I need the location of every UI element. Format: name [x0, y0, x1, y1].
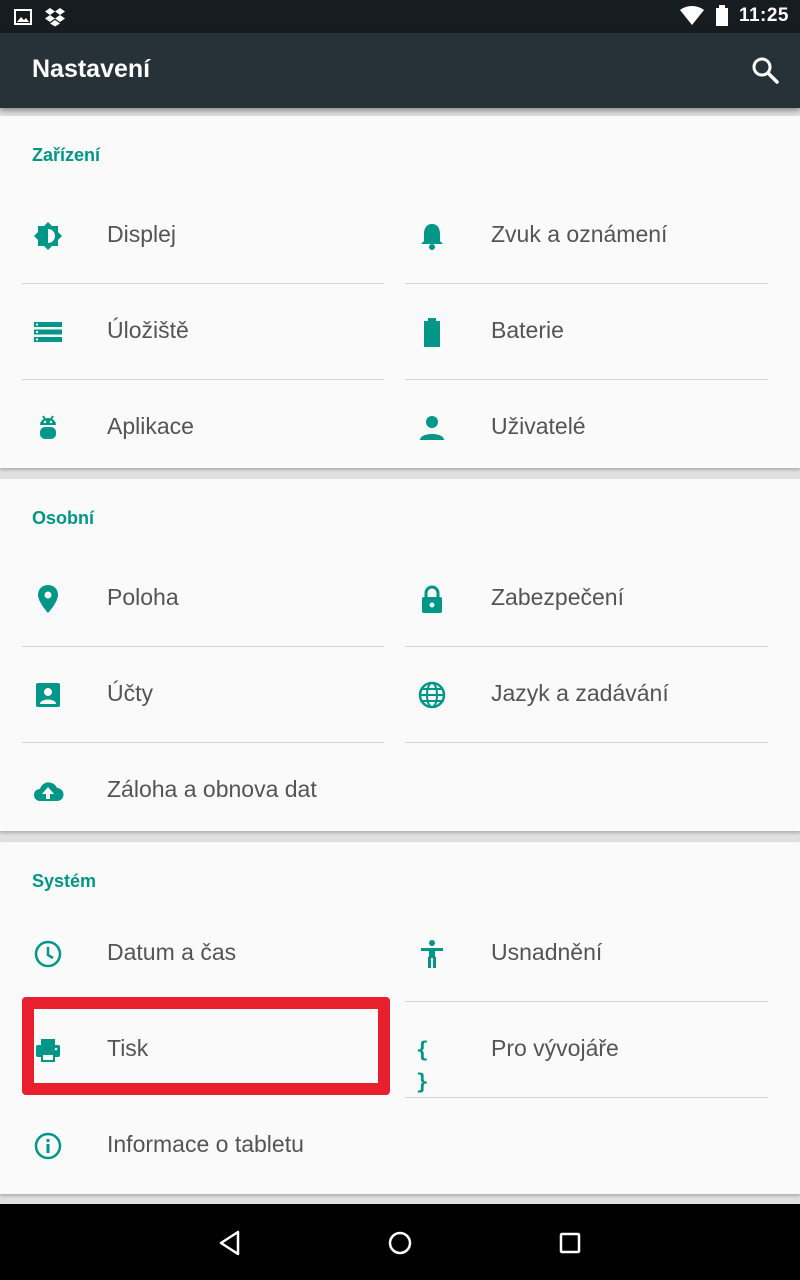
account-box-icon: [36, 683, 60, 707]
lock-icon: [422, 585, 442, 613]
storage-icon: [34, 322, 62, 342]
dropbox-icon: [45, 8, 65, 27]
person-icon: [420, 416, 444, 440]
item-label: Datum a čas: [107, 939, 237, 965]
recents-icon[interactable]: [555, 1228, 585, 1258]
item-label: Jazyk a zadávání: [491, 680, 669, 706]
settings-item-sound[interactable]: Zvuk a oznámení: [400, 188, 784, 284]
item-label: Zabezpečení: [491, 584, 624, 610]
item-label: Usnadnění: [491, 939, 603, 965]
battery-icon: [715, 5, 728, 26]
settings-item-accessibility[interactable]: Usnadnění: [400, 906, 784, 1002]
bell-icon: [421, 224, 443, 250]
back-icon[interactable]: [216, 1228, 246, 1258]
wifi-icon: [679, 6, 704, 25]
settings-item-apps[interactable]: Aplikace: [0, 380, 384, 476]
item-label: Poloha: [107, 584, 179, 610]
item-label: Pro vývojáře: [491, 1035, 619, 1061]
settings-item-location[interactable]: Poloha: [0, 551, 384, 647]
divider: [405, 742, 768, 743]
section-personal: Osobní Poloha Zabezpečení Účty Jazyk a z…: [0, 479, 800, 831]
page-title: Nastavení: [32, 55, 151, 83]
settings-item-accounts[interactable]: Účty: [0, 647, 384, 743]
item-label: Aplikace: [107, 413, 194, 439]
status-bar: 11:25: [0, 0, 800, 33]
settings-item-display[interactable]: Displej: [0, 188, 384, 284]
braces-icon: { }: [416, 1038, 429, 1094]
section-title: Zařízení: [32, 145, 101, 165]
settings-item-backup[interactable]: Záloha a obnova dat: [0, 743, 384, 839]
brightness-icon: [34, 222, 62, 250]
item-label: Úložiště: [107, 317, 189, 343]
item-label: Baterie: [491, 317, 564, 343]
home-icon[interactable]: [385, 1228, 415, 1258]
item-label: Záloha a obnova dat: [107, 776, 317, 802]
settings-item-about-tablet[interactable]: Informace o tabletu: [0, 1098, 384, 1194]
item-label: Uživatelé: [491, 413, 586, 439]
settings-item-date-time[interactable]: Datum a čas: [0, 906, 384, 1002]
settings-item-developer[interactable]: { } Pro vývojáře: [400, 1002, 784, 1098]
settings-item-storage[interactable]: Úložiště: [0, 284, 384, 380]
section-device: Zařízení Displej Zvuk a oznámení Úložišt…: [0, 116, 800, 468]
settings-item-users[interactable]: Uživatelé: [400, 380, 784, 476]
cloud-upload-icon: [34, 782, 64, 801]
settings-item-language[interactable]: Jazyk a zadávání: [400, 647, 784, 743]
info-icon: [34, 1132, 62, 1160]
android-icon: [40, 415, 56, 439]
nav-bar: [0, 1204, 800, 1280]
accessibility-icon: [421, 940, 443, 968]
status-time: 11:25: [738, 5, 789, 26]
settings-item-security[interactable]: Zabezpečení: [400, 551, 784, 647]
section-title: Systém: [32, 871, 97, 891]
app-bar: Nastavení: [0, 33, 800, 108]
item-label: Zvuk a oznámení: [491, 221, 668, 247]
clock-icon: [34, 940, 62, 968]
image-icon: [14, 9, 32, 25]
location-icon: [38, 585, 58, 613]
globe-icon: [418, 681, 446, 709]
item-label: Informace o tabletu: [107, 1131, 304, 1157]
search-icon[interactable]: [750, 55, 780, 85]
settings-item-battery[interactable]: Baterie: [400, 284, 784, 380]
section-title: Osobní: [32, 508, 94, 528]
divider: [405, 1097, 768, 1098]
battery-icon: [424, 318, 440, 347]
item-label: Displej: [107, 221, 177, 247]
highlight-box: [22, 997, 390, 1095]
item-label: Účty: [107, 680, 153, 706]
